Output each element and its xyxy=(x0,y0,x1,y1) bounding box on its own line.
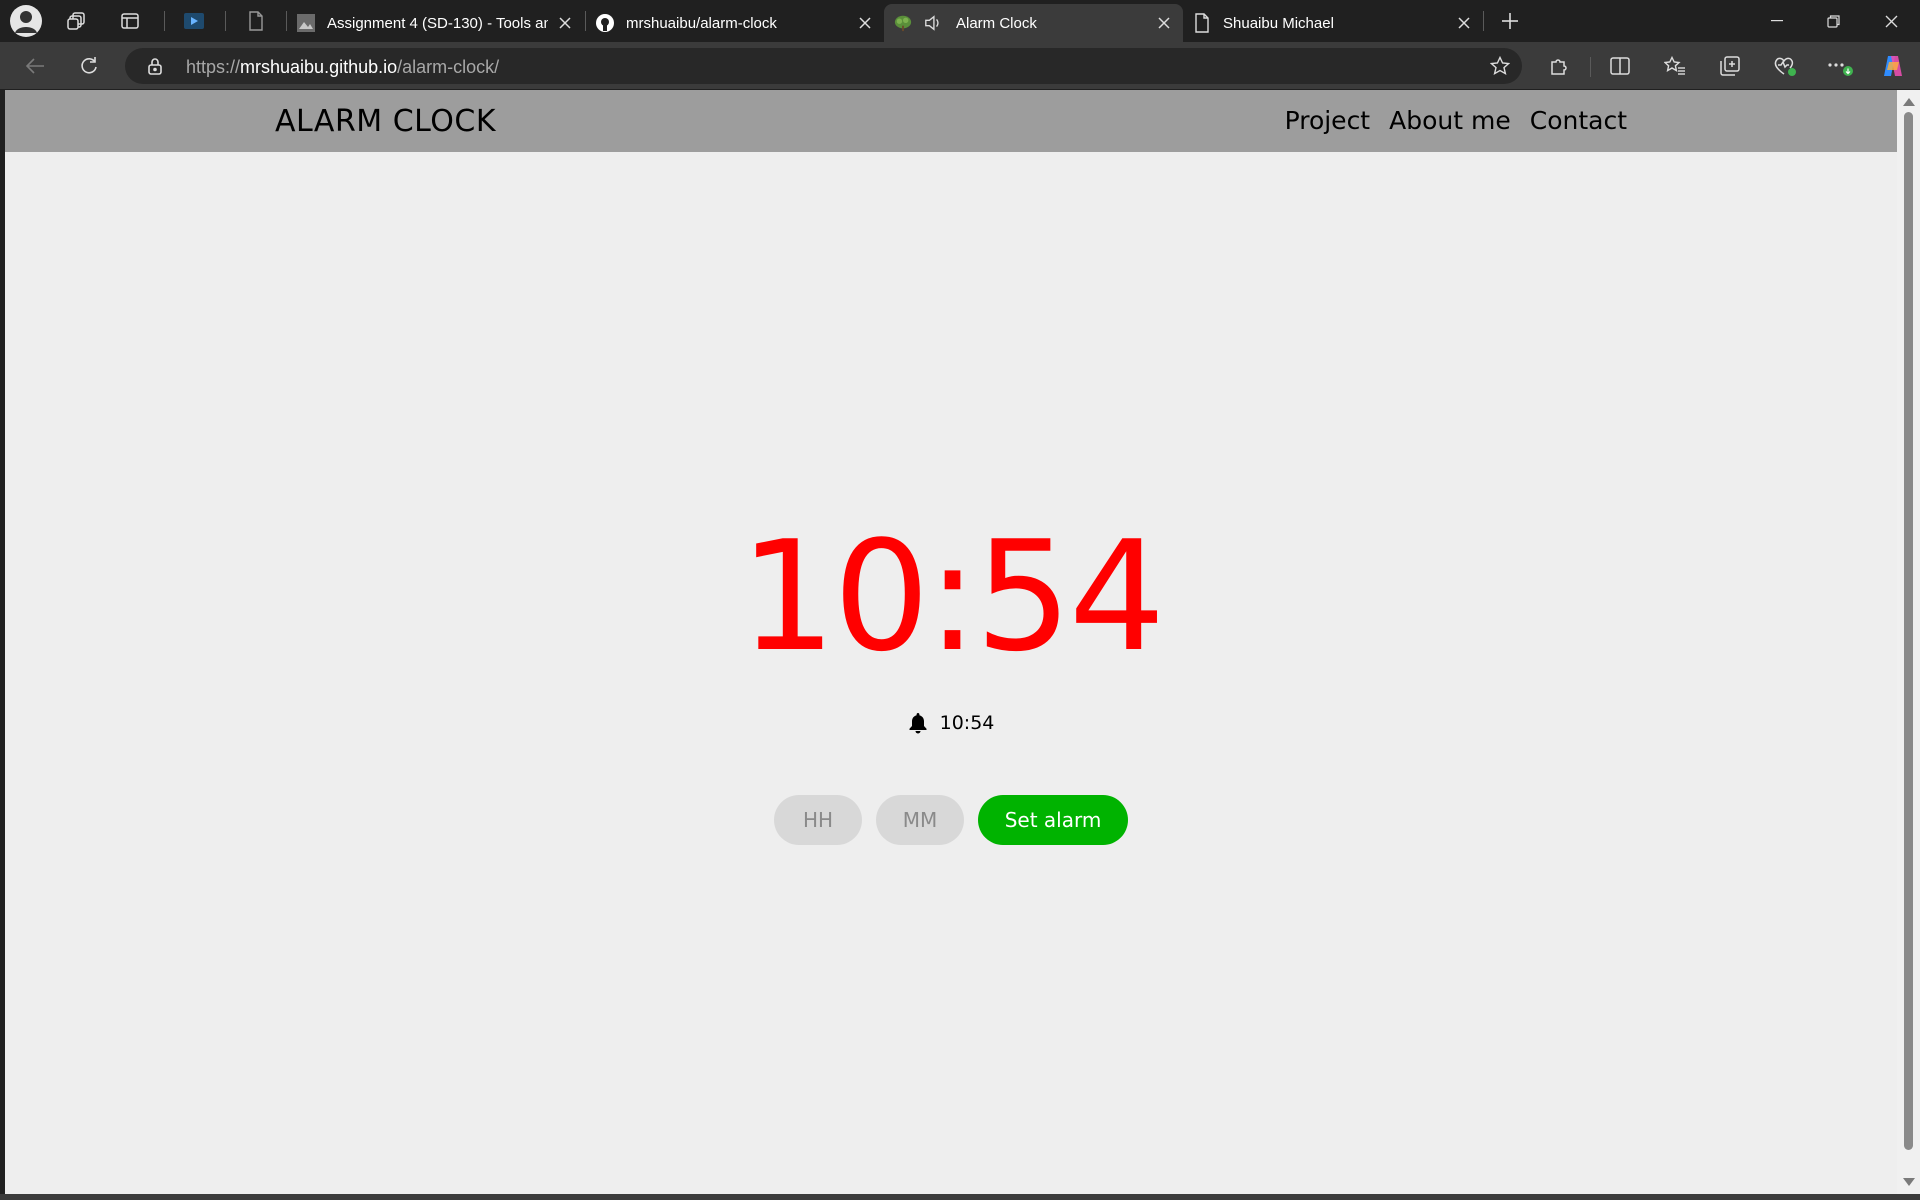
toolbar-divider xyxy=(1590,57,1591,77)
favorites-icon[interactable] xyxy=(1657,49,1693,83)
nav-link-contact[interactable]: Contact xyxy=(1530,106,1627,135)
close-icon[interactable] xyxy=(554,12,576,34)
extensions-puzzle-icon[interactable] xyxy=(1541,49,1577,83)
lock-icon[interactable] xyxy=(145,56,165,76)
nav-link-about-me[interactable]: About me xyxy=(1389,106,1511,135)
close-icon[interactable] xyxy=(1453,12,1475,34)
alarm-controls: Set alarm xyxy=(5,795,1897,845)
profile-avatar-icon[interactable] xyxy=(10,5,42,37)
site-nav: Project About me Contact xyxy=(1285,106,1627,135)
scroll-down-arrow-icon[interactable] xyxy=(1903,1178,1915,1186)
workspaces-icon[interactable] xyxy=(60,4,94,38)
browser-toolbar: https://mrshuaibu.github.io/alarm-clock/ xyxy=(0,42,1920,89)
site-brand[interactable]: ALARM CLOCK xyxy=(275,104,496,139)
image-icon xyxy=(297,14,315,32)
document-icon xyxy=(1193,13,1211,33)
github-icon xyxy=(596,14,614,32)
copilot-icon[interactable] xyxy=(1875,49,1911,83)
tab-title: Shuaibu Michael xyxy=(1223,14,1334,32)
tree-icon xyxy=(894,14,912,32)
tab-title: mrshuaibu/alarm-clock xyxy=(626,14,777,32)
minute-input[interactable] xyxy=(876,795,964,845)
close-icon[interactable] xyxy=(854,12,876,34)
page-scrollbar[interactable] xyxy=(1897,90,1920,1194)
tab-github[interactable]: mrshuaibu/alarm-clock xyxy=(586,4,884,42)
address-bar[interactable]: https://mrshuaibu.github.io/alarm-clock/ xyxy=(125,48,1522,84)
collections-icon[interactable] xyxy=(1712,49,1748,83)
close-icon[interactable] xyxy=(1153,12,1175,34)
tab-divider xyxy=(225,11,226,31)
tab-assignment[interactable]: Assignment 4 (SD-130) - Tools and xyxy=(287,4,584,42)
window-bottom-edge xyxy=(0,1194,1920,1200)
tab-actions-icon[interactable] xyxy=(113,4,147,38)
tab-divider xyxy=(1483,11,1484,31)
tab-shuaibu[interactable]: Shuaibu Michael xyxy=(1183,4,1483,42)
alarm-time: 10:54 xyxy=(939,712,995,734)
tab-title: Assignment 4 (SD-130) - Tools and xyxy=(327,14,548,32)
new-tab-icon[interactable] xyxy=(1493,4,1527,38)
scroll-up-arrow-icon[interactable] xyxy=(1903,98,1915,106)
favorite-star-icon[interactable] xyxy=(1488,54,1512,78)
restore-icon[interactable] xyxy=(1805,0,1861,42)
tab-strip: Assignment 4 (SD-130) - Tools and mrshua… xyxy=(0,0,1920,42)
clock-display: 10:54 xyxy=(739,508,1165,685)
close-window-icon[interactable] xyxy=(1863,0,1919,42)
alarm-status: 10:54 xyxy=(5,712,1897,734)
set-alarm-button[interactable]: Set alarm xyxy=(978,795,1128,845)
minimize-icon[interactable] xyxy=(1749,0,1805,42)
page-viewport: ALARM CLOCK Project About me Contact 10:… xyxy=(5,90,1897,1194)
back-arrow-icon[interactable] xyxy=(17,49,53,83)
nav-link-project[interactable]: Project xyxy=(1285,106,1371,135)
browser-essentials-icon[interactable] xyxy=(1767,49,1803,83)
more-options-icon[interactable] xyxy=(1822,49,1858,83)
tab-alarm-clock[interactable]: Alarm Clock xyxy=(884,4,1183,42)
bell-icon xyxy=(908,712,928,734)
refresh-icon[interactable] xyxy=(71,49,107,83)
url-text: https://mrshuaibu.github.io/alarm-clock/ xyxy=(186,57,500,77)
hour-input[interactable] xyxy=(774,795,862,845)
tab-title: Alarm Clock xyxy=(956,14,1037,32)
tab-divider xyxy=(164,11,165,31)
pinned-tab-document-icon[interactable] xyxy=(236,6,276,36)
scrollbar-thumb[interactable] xyxy=(1904,112,1913,1150)
split-screen-icon[interactable] xyxy=(1602,49,1638,83)
pinned-tab-video-icon[interactable] xyxy=(174,6,214,36)
speaker-icon[interactable] xyxy=(924,14,942,32)
site-header: ALARM CLOCK Project About me Contact xyxy=(5,90,1897,152)
